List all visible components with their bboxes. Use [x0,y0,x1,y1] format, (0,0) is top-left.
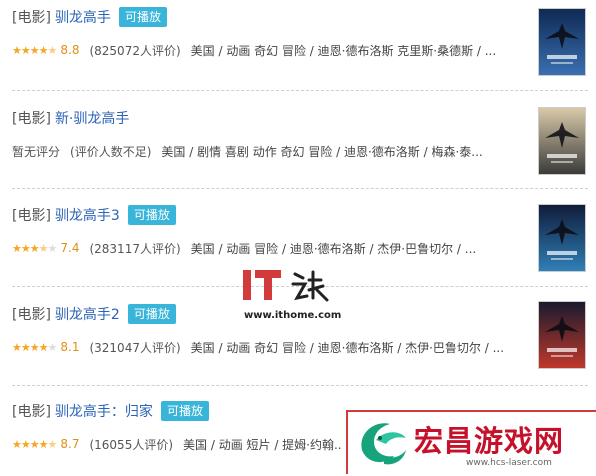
rating-score: 8.7 [60,437,80,451]
category-label: [电影] [12,208,51,224]
star-icon: ★ [29,340,40,354]
result-title-row: [电影] 驯龙高手：归家 可播放 [12,400,209,422]
result-title-row: [电影] 驯龙高手2 可播放 [12,303,176,325]
movie-info: 美国 / 动画 奇幻 冒险 / 迪恩·德布洛斯 / 杰伊·巴鲁切尔 / ... [190,340,505,355]
result-title-row: [电影] 驯龙高手 可播放 [12,6,167,28]
star-icon: ★ [20,43,31,57]
banner-site-name: 宏昌游戏网 [414,424,565,458]
banner-site-url: www.hcs-laser.com [466,458,552,468]
site-banner[interactable]: 宏昌游戏网 www.hcs-laser.com [346,410,596,474]
star-icon: ★ [12,340,22,354]
star-icon: ★ [12,437,22,451]
star-icon: ★ [38,340,49,354]
divider [12,188,588,189]
star-rating: ★ ★ ★ ★ ★ [12,437,58,451]
result-meta: ★ ★ ★ ★ ★ 7.4 (283117人评价) 美国 / 动画 冒险 / 迪恩·德布… [12,238,527,258]
rating-score: 8.1 [60,340,80,354]
rating-count: (825072人评价) [89,43,181,58]
playable-badge[interactable]: 可播放 [127,205,176,225]
dragon-logo-icon [354,416,412,476]
rating-count: (评价人数不足) [70,144,152,159]
category-label: [电影] [12,307,51,323]
category-label: [电影] [12,10,51,26]
star-icon: ★ [47,437,58,451]
rating-score: 8.8 [60,43,80,57]
star-icon: ★ [38,437,49,451]
no-rating-label: 暂无评分 [12,144,61,159]
result-title-row: [电影] 新·驯龙高手 [12,107,129,129]
star-icon: ★ [47,340,58,354]
star-icon: ★ [20,340,31,354]
movie-poster[interactable] [538,8,586,76]
movie-poster[interactable] [538,107,586,175]
result-title-row: [电影] 驯龙高手3 可播放 [12,204,176,226]
movie-title-link[interactable]: 驯龙高手3 [55,205,120,225]
star-icon: ★ [29,43,40,57]
movie-poster[interactable] [538,204,586,272]
playable-badge[interactable]: 可播放 [127,304,176,324]
movie-info: 美国 / 剧情 喜剧 动作 奇幻 冒险 / 迪恩·德布洛斯 / 梅森·泰... [161,144,483,159]
rating-count: (16055人评价) [89,437,174,452]
movie-title-link[interactable]: 驯龙高手：归家 [55,401,153,421]
result-meta: ★ ★ ★ ★ ★ 8.7 (16055人评价) 美国 / 动画 短片 / 提姆·约翰.… [12,434,342,454]
star-rating: ★ ★ ★ ★ ★ [12,340,58,354]
divider [12,385,588,386]
star-icon: ★ [12,241,22,255]
rating-score: 7.4 [60,241,80,255]
movie-title-link[interactable]: 新·驯龙高手 [55,108,129,128]
star-icon: ★ [38,43,49,57]
rating-count: (283117人评价) [89,241,181,256]
star-icon: ★ [47,43,58,57]
result-meta: ★ ★ ★ ★ ★ 8.1 (321047人评价) 美国 / 动画 奇幻 冒险 / 迪恩… [12,337,527,357]
star-icon: ★ [12,43,22,57]
movie-info: 美国 / 动画 冒险 / 迪恩·德布洛斯 / 杰伊·巴鲁切尔 / ... [190,241,477,256]
result-meta: 暂无评分 (评价人数不足) 美国 / 剧情 喜剧 动作 奇幻 冒险 / 迪恩·德… [12,141,527,161]
result-meta: ★ ★ ★ ★ ★ 8.8 (825072人评价) 美国 / 动画 奇幻 冒险 / 迪恩… [12,40,527,60]
playable-badge[interactable]: 可播放 [160,401,209,421]
rating-count: (321047人评价) [89,340,181,355]
category-label: [电影] [12,111,51,127]
ithome-watermark-url: www.ithome.com [244,310,342,321]
star-icon: ★ [20,241,31,255]
star-rating: ★ ★ ★ ★ ★ [12,241,58,255]
movie-poster[interactable] [538,301,586,369]
movie-title-link[interactable]: 驯龙高手2 [55,304,120,324]
movie-info: 美国 / 动画 奇幻 冒险 / 迪恩·德布洛斯 克里斯·桑德斯 / ... [190,43,497,58]
movie-title-link[interactable]: 驯龙高手 [55,7,111,27]
movie-info: 美国 / 动画 短片 / 提姆·约翰... [183,437,342,452]
star-icon: ★ [29,241,40,255]
star-icon: ★ [20,437,31,451]
star-icon: ★ [29,437,40,451]
category-label: [电影] [12,404,51,420]
star-rating: ★ ★ ★ ★ ★ [12,43,58,57]
playable-badge[interactable]: 可播放 [118,7,167,27]
divider [12,90,588,91]
star-icon: ★ [38,241,49,255]
star-icon: ★ [47,241,58,255]
